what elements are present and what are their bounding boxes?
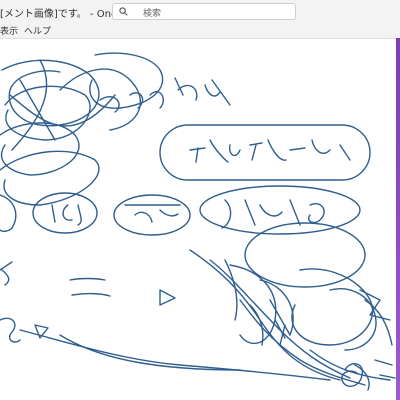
title-bar: [メント画像]です。 - OneNote 検索 [0,0,400,24]
search-placeholder: 検索 [143,9,162,19]
accent-strip [396,38,400,400]
menu-bar: 表示 ヘルプ [0,24,400,39]
search-icon [119,7,128,16]
menu-view[interactable]: 表示 [0,24,18,37]
search-box[interactable]: 検索 [112,3,296,20]
ink-canvas[interactable] [0,39,396,400]
ink-strokes [0,52,396,391]
menu-help[interactable]: ヘルプ [24,24,51,37]
